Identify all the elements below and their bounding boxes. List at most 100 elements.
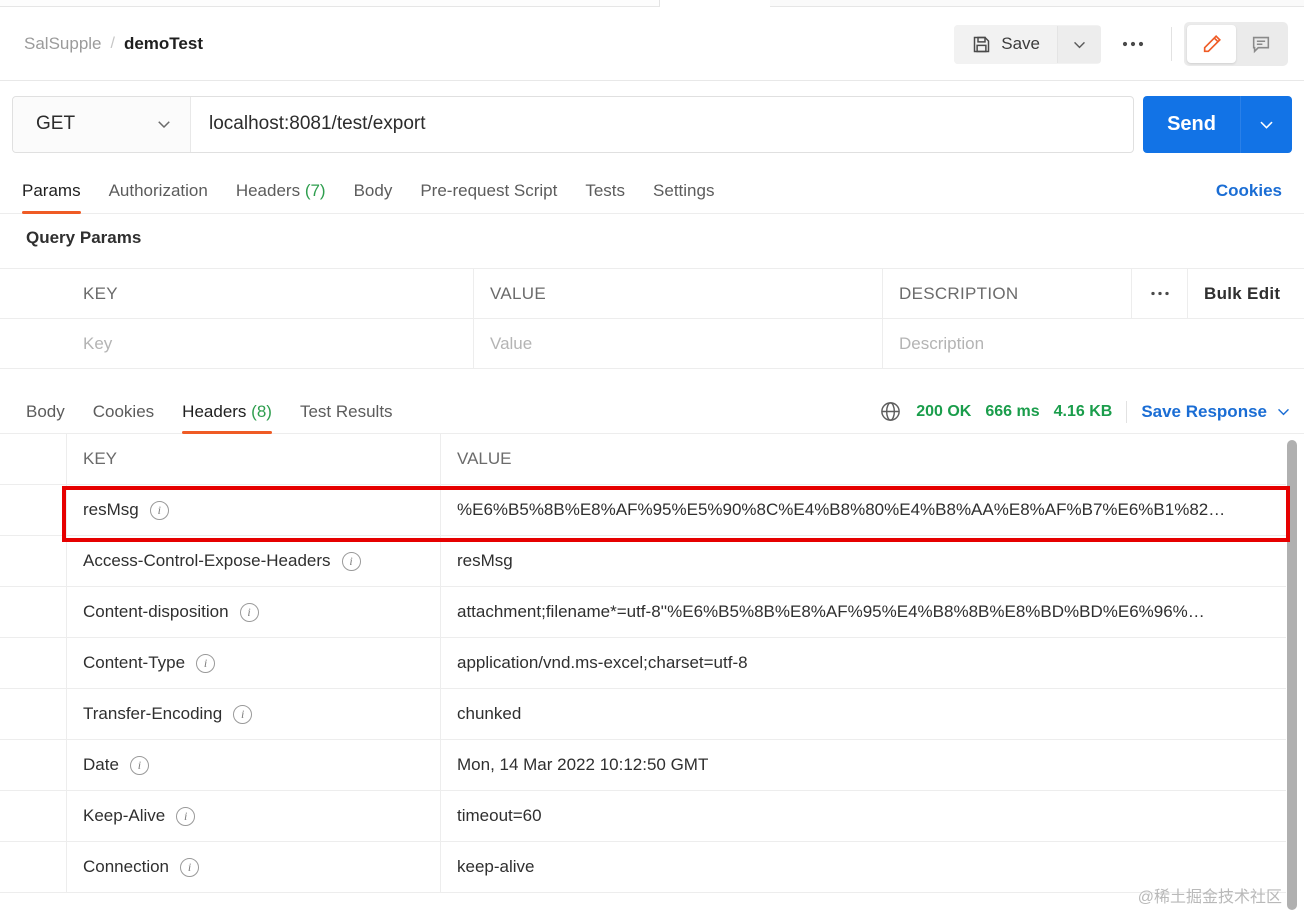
table-row[interactable]: Content-Type i application/vnd.ms-excel;…	[0, 638, 1286, 689]
table-row[interactable]: Date i Mon, 14 Mar 2022 10:12:50 GMT	[0, 740, 1286, 791]
params-row-spacer-1	[1132, 319, 1188, 368]
tab-tests[interactable]: Tests	[571, 181, 639, 213]
params-description-input[interactable]: Description	[883, 319, 1132, 368]
tab-params[interactable]: Params	[18, 181, 95, 214]
params-column-key: KEY	[67, 269, 474, 318]
table-row[interactable]: Connection i keep-alive	[0, 842, 1286, 893]
row-gutter	[0, 587, 67, 637]
table-row[interactable]: resMsg i %E6%B5%8B%E8%AF%95%E5%90%8C%E4%…	[0, 485, 1286, 536]
response-tab-headers-label: Headers	[182, 402, 247, 421]
url-input[interactable]: localhost:8081/test/export	[191, 113, 1133, 135]
header-value: attachment;filename*=utf-8''%E6%B5%8B%E8…	[457, 602, 1205, 621]
params-value-input[interactable]: Value	[474, 319, 883, 368]
info-icon[interactable]: i	[341, 551, 361, 571]
watermark: @稀土掘金技术社区	[1137, 889, 1282, 906]
tab-settings[interactable]: Settings	[639, 181, 728, 213]
globe-icon[interactable]	[879, 400, 902, 423]
info-icon[interactable]: i	[239, 602, 259, 622]
header-key: Keep-Alive i	[67, 791, 441, 841]
pencil-icon	[1201, 33, 1223, 55]
floppy-disk-icon	[971, 34, 992, 55]
tab-body[interactable]: Body	[340, 181, 407, 213]
params-column-description: DESCRIPTION	[883, 269, 1132, 318]
response-tabs: Body Cookies Headers (8) Test Results 20…	[0, 388, 1304, 434]
request-header-bar: SalSupple / demoTest Save	[0, 8, 1304, 81]
params-options-button[interactable]	[1132, 269, 1188, 318]
breadcrumb-separator: /	[110, 35, 115, 52]
header-key: Date i	[67, 740, 441, 790]
breadcrumb-collection[interactable]: SalSupple	[24, 34, 102, 54]
comment-mode-button[interactable]	[1236, 25, 1285, 63]
response-tab-test-results[interactable]: Test Results	[286, 402, 407, 433]
save-button-label: Save	[1001, 34, 1040, 53]
info-icon[interactable]: i	[149, 500, 169, 520]
header-key-label: Content-disposition	[83, 602, 229, 621]
params-key-input[interactable]: Key	[67, 319, 474, 368]
response-column-key: KEY	[67, 434, 441, 484]
cookies-link[interactable]: Cookies	[1216, 181, 1286, 213]
more-actions-button[interactable]	[1107, 32, 1159, 56]
header-divider	[1171, 27, 1172, 61]
chevron-down-icon	[1275, 403, 1292, 420]
info-icon[interactable]: i	[233, 704, 253, 724]
header-key: Access-Control-Expose-Headers i	[67, 536, 441, 586]
query-params-header-row: KEY VALUE DESCRIPTION Bulk Edit	[0, 269, 1304, 319]
params-row-checkbox[interactable]	[0, 319, 67, 368]
header-value: %E6%B5%8B%E8%AF%95%E5%90%8C%E4%B8%80%E4%…	[457, 500, 1226, 519]
tab-pre-request-script-label: Pre-request Script	[420, 181, 558, 200]
header-key-label: Transfer-Encoding	[83, 704, 223, 723]
header-value: Mon, 14 Mar 2022 10:12:50 GMT	[457, 755, 709, 774]
row-gutter	[0, 791, 67, 841]
response-scrollbar[interactable]	[1287, 440, 1297, 910]
tab-authorization[interactable]: Authorization	[95, 181, 222, 213]
header-key: Content-Type i	[67, 638, 441, 688]
send-dropdown-button[interactable]	[1240, 95, 1292, 153]
header-key-label: Connection	[83, 857, 170, 876]
header-key-label: Access-Control-Expose-Headers	[83, 551, 331, 570]
save-button[interactable]: Save	[954, 24, 1057, 64]
save-response-button[interactable]: Save Response	[1141, 402, 1292, 422]
method-selector[interactable]: GET	[13, 96, 191, 152]
header-key-label: Keep-Alive	[83, 806, 166, 825]
ellipsis-icon	[1121, 40, 1145, 48]
response-tab-body[interactable]: Body	[12, 402, 79, 433]
header-value: application/vnd.ms-excel;charset=utf-8	[457, 653, 748, 672]
tab-settings-label: Settings	[653, 181, 715, 200]
header-key: Transfer-Encoding i	[67, 689, 441, 739]
save-dropdown-button[interactable]	[1057, 25, 1101, 63]
response-tab-headers-count: (8)	[251, 402, 272, 421]
info-icon[interactable]: i	[180, 857, 200, 877]
info-icon[interactable]: i	[129, 755, 149, 775]
breadcrumb-request-name[interactable]: demoTest	[124, 34, 203, 54]
table-row[interactable]: Access-Control-Expose-Headers i resMsg	[0, 536, 1286, 587]
row-gutter	[0, 689, 67, 739]
response-tab-headers[interactable]: Headers (8)	[168, 402, 286, 434]
info-icon[interactable]: i	[176, 806, 196, 826]
view-toggle-group	[1184, 22, 1288, 66]
tab-tests-label: Tests	[585, 181, 626, 200]
tab-headers[interactable]: Headers (7)	[222, 181, 340, 213]
tab-headers-count: (7)	[304, 181, 326, 200]
response-tab-body-label: Body	[26, 402, 65, 421]
query-params-empty-row: Key Value Description	[0, 319, 1304, 369]
request-tabs: Params Authorization Headers (7) Body Pr…	[0, 168, 1304, 214]
response-headers-header-row: KEY VALUE	[0, 434, 1286, 485]
header-value: resMsg	[457, 551, 513, 570]
url-bar-row: GET localhost:8081/test/export Send	[0, 93, 1304, 155]
response-tab-cookies-label: Cookies	[92, 402, 155, 421]
table-row[interactable]: Content-disposition i attachment;filenam…	[0, 587, 1286, 638]
info-icon[interactable]: i	[196, 653, 216, 673]
header-key-label: Content-Type	[83, 653, 186, 672]
tab-pre-request-script[interactable]: Pre-request Script	[406, 181, 571, 213]
tab-body-label: Body	[353, 181, 393, 200]
row-gutter	[0, 842, 67, 892]
table-row[interactable]: Keep-Alive i timeout=60	[0, 791, 1286, 842]
bulk-edit-button[interactable]: Bulk Edit	[1188, 269, 1304, 318]
table-row[interactable]: Transfer-Encoding i chunked	[0, 689, 1286, 740]
edit-mode-button[interactable]	[1187, 25, 1236, 63]
response-headers-table: KEY VALUE resMsg i %E6%B5%8B%E8%AF%95%E5…	[0, 434, 1286, 893]
tab-headers-label: Headers	[235, 181, 301, 200]
send-button[interactable]: Send	[1143, 96, 1240, 153]
params-column-value: VALUE	[474, 269, 883, 318]
response-tab-cookies[interactable]: Cookies	[79, 402, 168, 433]
